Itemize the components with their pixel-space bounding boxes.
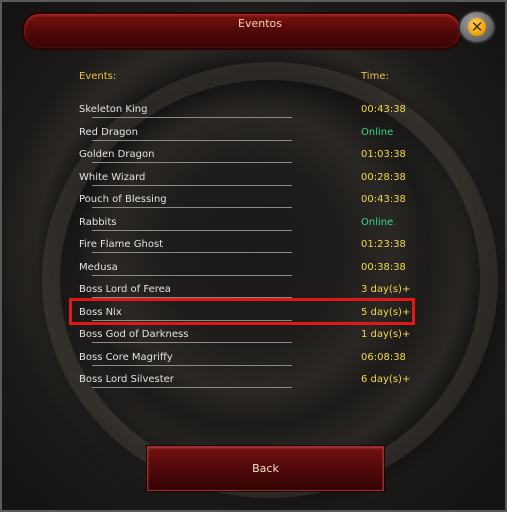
event-row: Red Dragon Online [79, 123, 414, 145]
event-name: Red Dragon [79, 126, 138, 138]
row-divider [92, 387, 292, 388]
event-time: Online [361, 126, 394, 138]
event-time: 00:28:38 [361, 171, 406, 183]
event-time: 3 day(s)+ [361, 284, 411, 295]
row-divider [92, 252, 292, 253]
event-row: Fire Flame Ghost 01:23:38 [79, 235, 414, 257]
row-divider [92, 207, 292, 208]
event-row: Boss Lord Silvester 6 day(s)+ [79, 370, 414, 392]
event-row: Boss Core Magriffy 06:08:38 [79, 348, 414, 370]
event-time: 01:03:38 [361, 149, 406, 160]
events-column-header: Events: [79, 71, 117, 82]
event-name: Skeleton King [79, 104, 148, 115]
event-name: Boss Core Magriffy [79, 351, 173, 363]
event-name: White Wizard [79, 171, 146, 183]
event-time: 01:23:38 [361, 239, 406, 250]
window-title: Eventos [238, 17, 282, 30]
close-button[interactable]: ✕ [458, 10, 496, 44]
event-row: Skeleton King 00:43:38 [79, 100, 414, 122]
event-row: White Wizard 00:28:38 [79, 168, 414, 190]
close-icon: ✕ [468, 18, 486, 36]
event-name: Boss God of Darkness [79, 329, 189, 340]
event-time: 00:43:38 [361, 104, 406, 115]
event-name: Medusa [79, 261, 118, 273]
event-row: Rabbits Online [79, 213, 414, 235]
event-row: Boss God of Darkness 1 day(s)+ [79, 325, 414, 347]
back-button[interactable]: Back [147, 446, 384, 491]
event-row: Golden Dragon 01:03:38 [79, 145, 414, 167]
event-name: Pouch of Blessing [79, 194, 167, 205]
event-time: 00:43:38 [361, 194, 406, 205]
event-time: 06:08:38 [361, 351, 406, 363]
highlight-box [69, 298, 415, 325]
row-divider [92, 342, 292, 343]
event-time: 6 day(s)+ [361, 374, 411, 385]
row-divider [92, 229, 292, 231]
event-name: Boss Lord Silvester [79, 374, 174, 385]
event-name: Golden Dragon [79, 149, 155, 160]
row-divider [92, 364, 292, 366]
row-divider [92, 117, 292, 118]
event-row: Medusa 00:38:38 [79, 258, 414, 280]
event-time: 1 day(s)+ [361, 329, 411, 340]
row-divider [92, 162, 292, 163]
event-name: Boss Lord of Ferea [79, 284, 171, 295]
row-divider [92, 274, 292, 276]
events-window: Eventos ✕ Events: Time: Skeleton King 00:… [0, 0, 507, 512]
time-column-header: Time: [361, 71, 389, 82]
row-divider [92, 139, 292, 141]
event-name: Rabbits [79, 216, 117, 228]
event-time: 00:38:38 [361, 261, 406, 273]
event-time: Online [361, 216, 394, 228]
event-row: Pouch of Blessing 00:43:38 [79, 190, 414, 212]
row-divider [92, 184, 292, 186]
event-name: Fire Flame Ghost [79, 239, 164, 250]
